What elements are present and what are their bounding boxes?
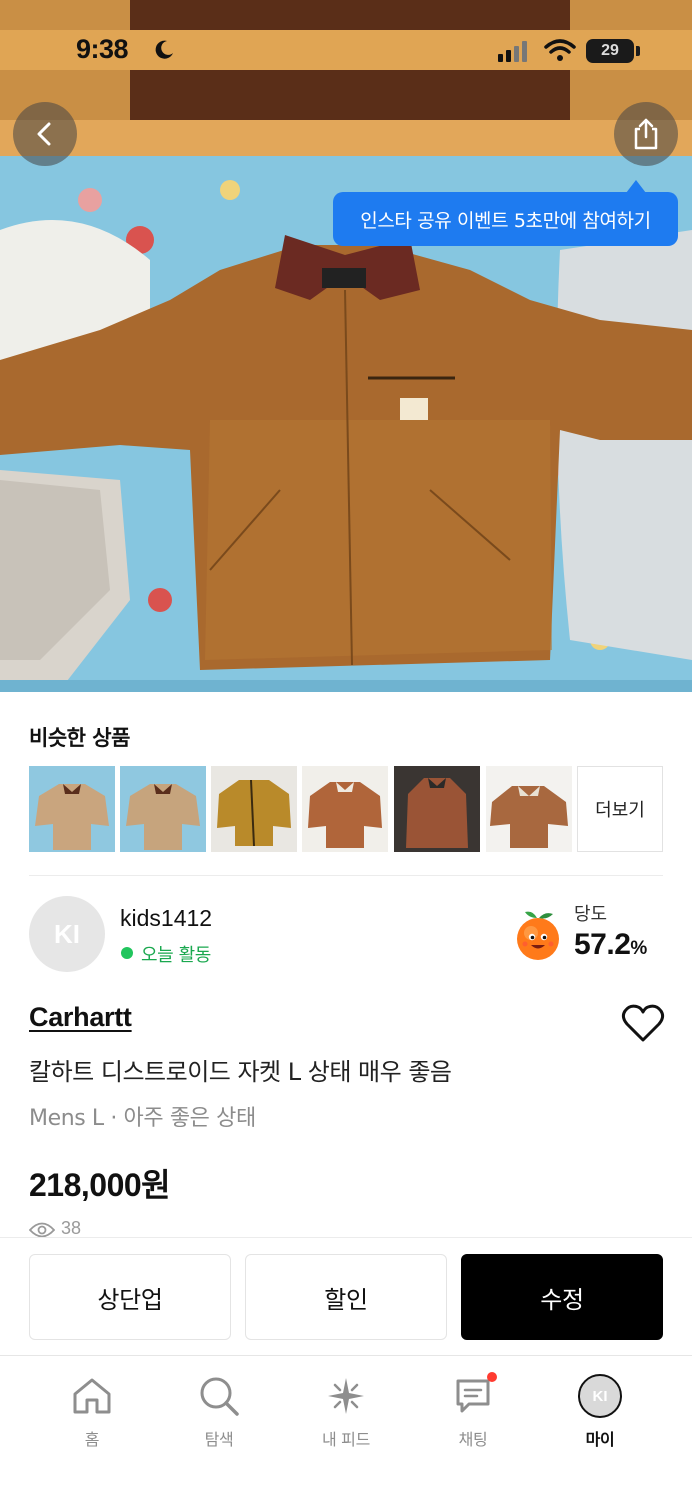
signal-icon (498, 41, 527, 62)
tab-home[interactable]: 홈 (37, 1374, 147, 1454)
product-meta: Mens L · 아주 좋은 상태 (29, 1106, 256, 1131)
chevron-left-icon (37, 122, 51, 146)
action-bar: 상단업 할인 수정 (0, 1237, 692, 1355)
similar-product-thumb[interactable] (211, 766, 297, 852)
jacket-photo (0, 0, 692, 692)
tab-my-label: 마이 (585, 1430, 615, 1449)
similar-product-thumb[interactable] (394, 766, 480, 852)
sweetness-number: 57.2 (574, 928, 631, 961)
bottom-tab-bar: 홈 탐색 내 피드 채팅 KI 마이 (0, 1355, 692, 1500)
similar-product-thumb[interactable] (120, 766, 206, 852)
activity-status: 오늘 활동 (141, 945, 211, 966)
similar-product-image (211, 766, 297, 852)
section-divider (29, 875, 663, 876)
similar-product-thumb[interactable] (302, 766, 388, 852)
insta-event-tooltip[interactable]: 인스타 공유 이벤트 5초만에 참여하기 (333, 192, 678, 246)
seller-name[interactable]: kids1412 (120, 905, 212, 932)
back-button[interactable] (13, 102, 77, 166)
similar-product-thumb[interactable] (29, 766, 115, 852)
tab-chat-label: 채팅 (458, 1430, 488, 1449)
status-bar: 9:38 29 (0, 0, 692, 100)
similar-product-image (29, 766, 115, 852)
share-icon (634, 118, 658, 150)
product-title: 칼하트 디스트로이드 자켓 L 상태 매우 좋음 (29, 1058, 452, 1086)
see-more-button[interactable]: 더보기 (577, 766, 663, 852)
tab-chat[interactable]: 채팅 (418, 1372, 528, 1454)
similar-product-image (394, 766, 480, 852)
product-price: 218,000원 (29, 1167, 171, 1203)
moon-icon (155, 40, 173, 59)
edit-button[interactable]: 수정 (461, 1254, 663, 1340)
sweetness-unit: % (630, 938, 647, 959)
tab-explore-label: 탐색 (204, 1430, 234, 1449)
search-icon (200, 1377, 239, 1416)
tab-feed[interactable]: 내 피드 (291, 1374, 401, 1454)
view-count: 38 (61, 1218, 82, 1238)
bump-button[interactable]: 상단업 (29, 1254, 231, 1340)
tab-my[interactable]: KI 마이 (545, 1374, 655, 1454)
peach-mascot-icon (517, 911, 559, 960)
status-time: 9:38 (76, 34, 129, 64)
discount-button[interactable]: 할인 (245, 1254, 447, 1340)
seller-avatar[interactable]: KI (29, 896, 105, 972)
chat-icon (456, 1379, 490, 1413)
heart-icon[interactable] (620, 1002, 666, 1044)
similar-product-image (302, 766, 388, 852)
tab-home-label: 홈 (84, 1430, 100, 1449)
similar-product-image (486, 766, 572, 852)
similar-products-title: 비슷한 상품 (29, 726, 130, 750)
sweetness-label: 당도 (574, 904, 608, 925)
sweetness-value: 57.2% (574, 928, 647, 962)
similar-product-image (120, 766, 206, 852)
brand-link[interactable]: Carhartt (29, 1002, 132, 1033)
active-status-dot (121, 947, 133, 959)
battery-cap (636, 46, 640, 56)
wifi-icon (544, 39, 576, 61)
chat-notification-badge (487, 1372, 497, 1382)
tab-explore[interactable]: 탐색 (164, 1374, 274, 1454)
home-icon (73, 1378, 111, 1414)
product-photo[interactable]: 9:38 29 인스타 공유 이벤트 5초만에 참여하기 (0, 0, 692, 692)
sparkle-icon (328, 1378, 364, 1414)
my-avatar: KI (578, 1374, 622, 1418)
share-button[interactable] (614, 102, 678, 166)
tab-feed-label: 내 피드 (321, 1430, 371, 1449)
battery-indicator: 29 (586, 39, 634, 63)
similar-product-thumb[interactable] (486, 766, 572, 852)
